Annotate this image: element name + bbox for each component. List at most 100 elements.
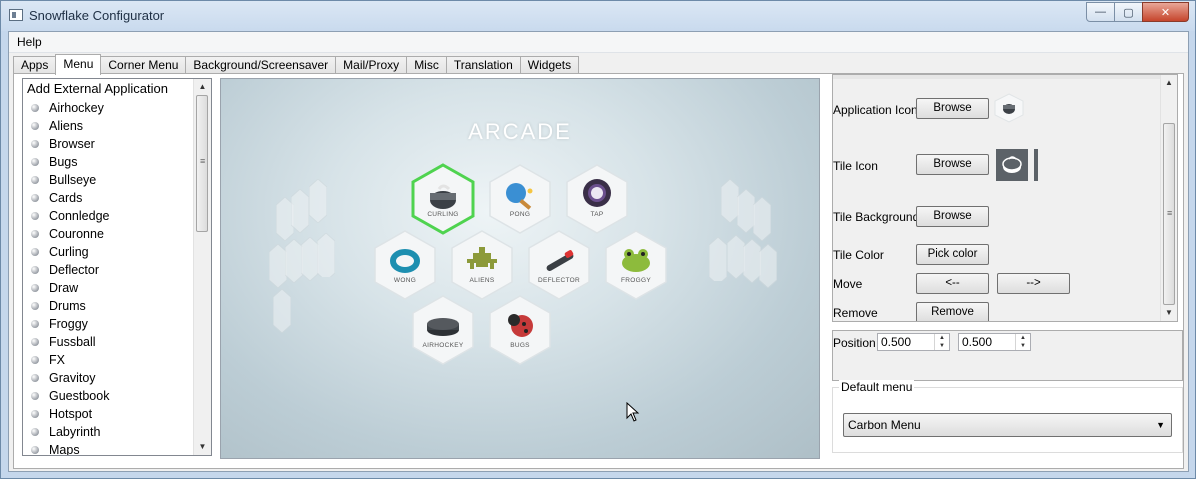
tab-corner-menu[interactable]: Corner Menu (100, 56, 187, 74)
hexagon-icon (411, 163, 475, 235)
tile-bugs[interactable]: BUGS (488, 294, 552, 366)
app-icon (31, 392, 39, 400)
position-x-spinbox[interactable]: 0.500 ▲ ▼ (877, 333, 950, 351)
list-item[interactable]: Browser (23, 135, 195, 153)
tab-menu[interactable]: Menu (55, 54, 102, 75)
app-icon (31, 338, 39, 346)
browse-app-icon-button[interactable]: Browse (916, 98, 989, 119)
list-item[interactable]: Froggy (23, 315, 195, 333)
maximize-button[interactable]: ▢ (1114, 2, 1143, 22)
scroll-down-icon[interactable]: ▼ (1161, 305, 1177, 321)
list-item[interactable]: Guestbook (23, 387, 195, 405)
app-icon (31, 122, 39, 130)
spin-buttons[interactable]: ▲ ▼ (1015, 334, 1030, 350)
list-item-label: Cards (49, 191, 83, 205)
list-item[interactable]: FX (23, 351, 195, 369)
position-label: Position (833, 336, 876, 350)
properties-scrollbar[interactable]: ▲ ≡ ▼ (1160, 75, 1177, 321)
list-item[interactable]: Hotspot (23, 405, 195, 423)
list-scrollbar[interactable]: ▲ ≡ ▼ (193, 79, 211, 455)
browse-tile-background-button[interactable]: Browse (916, 206, 989, 227)
list-item[interactable]: Drums (23, 297, 195, 315)
minimize-button[interactable]: — (1086, 2, 1115, 22)
remove-button[interactable]: Remove (916, 302, 989, 321)
app-icon (31, 320, 39, 328)
tile-tap[interactable]: TAP (565, 163, 629, 235)
list-item[interactable]: Bullseye (23, 171, 195, 189)
spin-buttons[interactable]: ▲ ▼ (934, 334, 949, 350)
tile-label: AIRHOCKEY (422, 342, 464, 349)
app-icon (31, 374, 39, 382)
list-item[interactable]: Deflector (23, 261, 195, 279)
list-item-label: Froggy (49, 317, 88, 331)
spin-up-icon[interactable]: ▲ (935, 334, 949, 342)
list-item[interactable]: Cards (23, 189, 195, 207)
default-menu-select[interactable]: Carbon Menu ▼ (843, 413, 1172, 437)
mouse-cursor-icon (626, 402, 640, 422)
list-item[interactable]: Bugs (23, 153, 195, 171)
position-panel: Position 0.500 ▲ ▼ 0.500 ▲ ▼ (832, 330, 1183, 381)
list-item-label: Labyrinth (49, 425, 101, 439)
move-left-button[interactable]: <-- (916, 273, 989, 294)
list-item-label: Gravitoy (49, 371, 96, 385)
tile-pong[interactable]: PONG (488, 163, 552, 235)
menu-tab-panel: Add External Application Airhockey Aliens… (13, 73, 1184, 469)
spin-up-icon[interactable]: ▲ (1016, 334, 1030, 342)
list-item[interactable]: Fussball (23, 333, 195, 351)
tab-widgets[interactable]: Widgets (519, 56, 580, 74)
list-item[interactable]: Curling (23, 243, 195, 261)
grip-icon: ≡ (1167, 208, 1173, 218)
browse-tile-icon-button[interactable]: Browse (916, 154, 989, 175)
puck-icon (412, 295, 474, 365)
app-icon (31, 302, 39, 310)
app-window: Snowflake Configurator — ▢ ✕ Help Apps M… (0, 0, 1196, 479)
tile-airhockey[interactable]: AIRHOCKEY (411, 294, 475, 366)
list-item-label: Hotspot (49, 407, 93, 421)
dropdown-arrow-icon[interactable]: ▼ (1156, 414, 1165, 436)
tab-mail-proxy[interactable]: Mail/Proxy (335, 56, 408, 74)
app-icon (9, 9, 23, 21)
scroll-down-icon[interactable]: ▼ (194, 439, 211, 455)
position-y-spinbox[interactable]: 0.500 ▲ ▼ (958, 333, 1031, 351)
menu-preview[interactable]: ARCADE CURLING PONG TAP WONG ALIENS DEFL… (220, 78, 820, 459)
menu-help[interactable]: Help (17, 35, 42, 49)
tab-translation[interactable]: Translation (445, 56, 521, 74)
ping-pong-paddle-icon (489, 164, 551, 234)
tile-wong[interactable]: WONG (373, 229, 437, 301)
scroll-thumb[interactable]: ≡ (196, 95, 208, 232)
close-button[interactable]: ✕ (1142, 2, 1189, 22)
list-item[interactable]: Gravitoy (23, 369, 195, 387)
list-item[interactable]: Draw (23, 279, 195, 297)
position-x-value: 0.500 (881, 335, 912, 349)
tab-misc[interactable]: Misc (406, 56, 447, 74)
tile-label: ALIENS (469, 277, 495, 284)
tile-froggy[interactable]: FROGGY (604, 229, 668, 301)
tile-aliens[interactable]: ALIENS (450, 229, 514, 301)
list-item[interactable]: Aliens (23, 117, 195, 135)
list-item[interactable]: Connledge (23, 207, 195, 225)
scroll-thumb[interactable]: ≡ (1163, 123, 1175, 305)
scroll-up-icon[interactable]: ▲ (1161, 75, 1177, 91)
deflector-bar-icon (528, 230, 590, 300)
list-item[interactable]: Labyrinth (23, 423, 195, 441)
tab-apps[interactable]: Apps (13, 56, 57, 74)
move-right-button[interactable]: --> (997, 273, 1070, 294)
app-icon (31, 194, 39, 202)
app-icon (31, 140, 39, 148)
spin-down-icon[interactable]: ▼ (1016, 342, 1030, 350)
panel-top-edge (833, 75, 1161, 79)
add-external-application-item[interactable]: Add External Application (27, 81, 168, 96)
pick-color-button[interactable]: Pick color (916, 244, 989, 265)
list-item[interactable]: Maps (23, 441, 195, 455)
tile-curling[interactable]: CURLING (411, 163, 475, 235)
tab-background-screensaver[interactable]: Background/Screensaver (185, 56, 337, 74)
list-item[interactable]: Airhockey (23, 99, 195, 117)
scroll-up-icon[interactable]: ▲ (194, 79, 211, 95)
title-bar[interactable]: Snowflake Configurator — ▢ ✕ (1, 1, 1195, 31)
spin-down-icon[interactable]: ▼ (935, 342, 949, 350)
list-item-label: Connledge (49, 209, 110, 223)
tile-deflector[interactable]: DEFLECTOR (527, 229, 591, 301)
application-list[interactable]: Add External Application Airhockey Aliens… (22, 78, 212, 456)
ghost-tile-icon (273, 289, 291, 333)
list-item[interactable]: Couronne (23, 225, 195, 243)
